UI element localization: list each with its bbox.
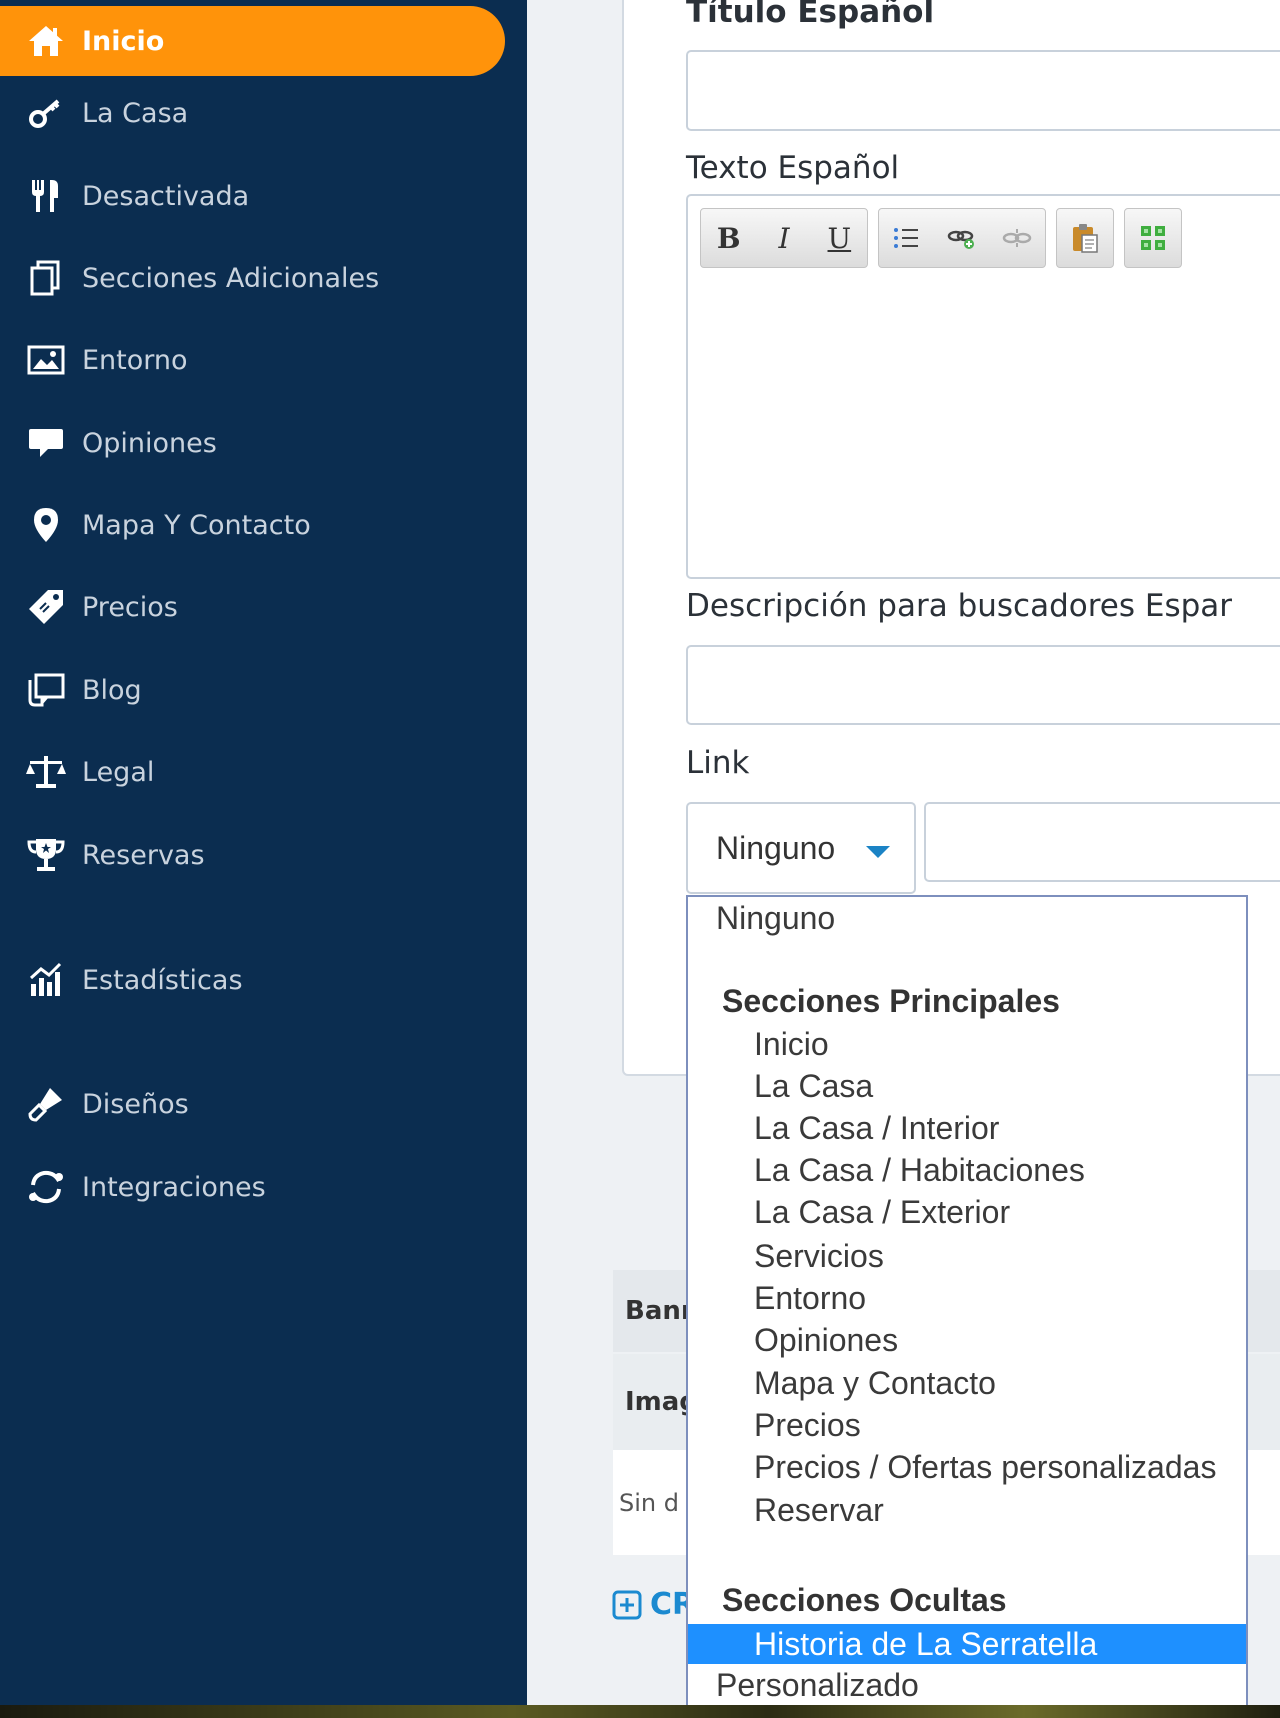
scale-icon — [24, 750, 68, 794]
unlink-button[interactable] — [990, 210, 1045, 266]
map-marker-icon — [24, 503, 68, 547]
dropdown-option[interactable]: Opiniones — [688, 1319, 1246, 1361]
sidebar-item-opiniones[interactable]: Opiniones — [0, 408, 505, 478]
dropdown-option-selected[interactable]: Historia de La Serratella — [688, 1624, 1246, 1664]
sidebar-item-label: Opiniones — [82, 427, 217, 459]
dropdown-option[interactable]: Ninguno — [688, 897, 1246, 939]
list-button[interactable] — [879, 210, 934, 266]
brush-icon — [24, 1082, 68, 1126]
sidebar-item-inicio[interactable]: Inicio — [0, 6, 505, 76]
sidebar-item-label: Desactivada — [82, 180, 250, 212]
dropdown-option[interactable]: Servicios — [688, 1235, 1246, 1277]
title-label: Título Español — [686, 0, 935, 30]
copy-icon — [24, 256, 68, 300]
sidebar-item-label: Inicio — [82, 25, 165, 57]
dropdown-option[interactable]: La Casa / Exterior — [688, 1191, 1246, 1233]
link-label: Link — [686, 745, 750, 781]
sidebar-item-desactivada[interactable]: Desactivada — [0, 161, 505, 231]
dropdown-option[interactable]: La Casa / Habitaciones — [688, 1149, 1246, 1191]
dropdown-option[interactable]: Reservar — [688, 1489, 1246, 1531]
link-type-value: Ninguno — [716, 829, 836, 866]
show-blocks-button[interactable] — [1125, 210, 1181, 266]
price-tag-icon — [24, 585, 68, 629]
sidebar-item-label: Entorno — [82, 344, 188, 376]
dropdown-option[interactable]: Precios / Ofertas personalizadas — [688, 1446, 1246, 1488]
key-icon — [24, 91, 68, 135]
sidebar-item-label: Reservas — [82, 839, 205, 871]
sync-icon — [24, 1165, 68, 1209]
link-icon — [947, 230, 974, 249]
sidebar-item-legal[interactable]: Legal — [0, 737, 505, 807]
sidebar-item-label: Diseños — [82, 1088, 189, 1120]
seo-description-label: Descripción para buscadores Espar — [686, 588, 1233, 624]
sidebar-item-integraciones[interactable]: Integraciones — [0, 1152, 505, 1222]
sidebar-item-label: Mapa Y Contacto — [82, 509, 311, 541]
title-input[interactable] — [686, 50, 1280, 131]
paste-button[interactable] — [1057, 210, 1113, 266]
sidebar-item-mapa-y-contacto[interactable]: Mapa Y Contacto — [0, 490, 505, 560]
background-photo-strip — [0, 1705, 1280, 1718]
list-link-toolbar-group — [878, 208, 1046, 268]
link-button[interactable] — [934, 210, 989, 266]
unlink-icon — [1003, 229, 1032, 247]
sidebar-item-secciones-adicionales[interactable]: Secciones Adicionales — [0, 243, 505, 313]
home-icon — [24, 19, 68, 63]
dropdown-option[interactable]: Inicio — [688, 1023, 1246, 1065]
link-url-input[interactable] — [924, 802, 1280, 882]
sidebar-item-reservas[interactable]: Reservas — [0, 820, 505, 890]
blocks-toolbar-group — [1124, 208, 1182, 268]
comment-icon — [24, 421, 68, 465]
sidebar-item-label: Legal — [82, 756, 155, 788]
bold-button[interactable]: B — [701, 210, 756, 266]
sidebar-item-precios[interactable]: Precios — [0, 572, 505, 642]
sidebar-item-label: La Casa — [82, 97, 189, 129]
utensils-icon — [24, 174, 68, 218]
seo-description-input[interactable] — [686, 645, 1280, 725]
blocks-icon — [1141, 226, 1165, 250]
caret-down-icon — [866, 846, 890, 858]
rich-text-editor[interactable]: B I U — [686, 194, 1280, 579]
sidebar-item-label: Integraciones — [82, 1171, 266, 1203]
sidebar-item-label: Precios — [82, 591, 178, 623]
dropdown-option[interactable]: Personalizado — [688, 1664, 1246, 1706]
sidebar-item-label: Estadísticas — [82, 964, 243, 996]
create-banner-link[interactable]: CR — [612, 1587, 695, 1622]
image-icon — [24, 338, 68, 382]
dropdown-group-label: Secciones Principales — [722, 982, 1060, 1019]
blog-icon — [24, 668, 68, 712]
paste-toolbar-group — [1056, 208, 1114, 268]
italic-button[interactable]: I — [756, 210, 811, 266]
underline-button[interactable]: U — [812, 210, 867, 266]
link-type-dropdown[interactable]: Ninguno Secciones Principales Inicio La … — [686, 895, 1248, 1709]
sidebar-item-entorno[interactable]: Entorno — [0, 325, 505, 395]
sidebar-item-label: Blog — [82, 674, 142, 706]
sidebar-item-disenos[interactable]: Diseños — [0, 1069, 505, 1139]
plus-square-icon — [612, 1590, 642, 1619]
sidebar-item-estadisticas[interactable]: Estadísticas — [0, 945, 505, 1015]
list-icon — [893, 228, 918, 248]
sidebar-item-la-casa[interactable]: La Casa — [0, 78, 505, 148]
paste-icon — [1073, 224, 1098, 253]
dropdown-group-label: Secciones Ocultas — [722, 1581, 1007, 1618]
dropdown-option[interactable]: La Casa / Interior — [688, 1107, 1246, 1149]
format-toolbar-group: B I U — [700, 208, 868, 268]
dropdown-option[interactable]: Mapa y Contacto — [688, 1362, 1246, 1404]
sidebar: Inicio La Casa Desactivada Secciones Adi… — [0, 0, 527, 1718]
dropdown-option[interactable]: Entorno — [688, 1277, 1246, 1319]
sidebar-item-label: Secciones Adicionales — [82, 262, 380, 294]
link-type-select[interactable]: Ninguno — [686, 802, 916, 894]
text-label: Texto Español — [686, 150, 900, 186]
sidebar-item-blog[interactable]: Blog — [0, 655, 505, 725]
trophy-icon — [24, 833, 68, 877]
dropdown-option[interactable]: Precios — [688, 1404, 1246, 1446]
dropdown-option[interactable]: La Casa — [688, 1065, 1246, 1107]
stats-icon — [24, 958, 68, 1002]
